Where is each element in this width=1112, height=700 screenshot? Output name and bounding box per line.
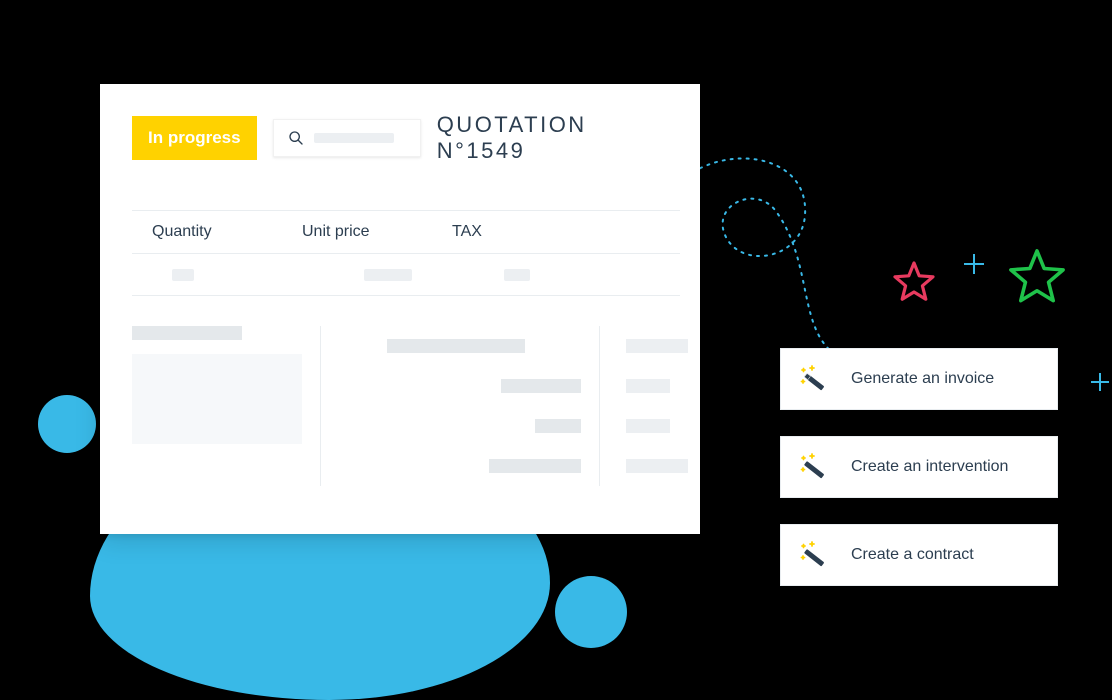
value-placeholder [626, 419, 670, 433]
summary-totals [320, 326, 600, 486]
action-label: Create an intervention [851, 458, 1008, 476]
card-header: In progress QUOTATION N°1549 [132, 112, 680, 164]
table-header: Quantity Unit price TAX [132, 210, 680, 254]
cell-placeholder [364, 269, 412, 281]
col-header-quantity: Quantity [132, 223, 302, 241]
value-placeholder [626, 379, 670, 393]
star-green-icon [1004, 244, 1070, 310]
table-row [132, 254, 680, 296]
quotation-card: In progress QUOTATION N°1549 Quantity Un… [100, 84, 700, 534]
summary-values [600, 326, 688, 486]
magic-wand-icon [799, 540, 833, 570]
create-intervention-button[interactable]: Create an intervention [780, 436, 1058, 498]
plus-icon [1090, 372, 1110, 392]
label-placeholder [489, 459, 581, 473]
search-placeholder [314, 133, 394, 143]
col-header-unit-price: Unit price [302, 223, 452, 241]
decor-blob-small-left [38, 395, 96, 453]
action-panel: Generate an invoice Create an interventi… [780, 348, 1058, 586]
label-placeholder [501, 379, 581, 393]
status-badge[interactable]: In progress [132, 116, 257, 160]
value-placeholder [626, 459, 688, 473]
star-red-icon [890, 258, 938, 306]
summary-notes [132, 326, 320, 486]
label-placeholder [387, 339, 525, 353]
notes-box-placeholder [132, 354, 302, 444]
summary-area [132, 326, 680, 486]
decor-blob-small-right [555, 576, 627, 648]
magic-wand-icon [799, 364, 833, 394]
create-contract-button[interactable]: Create a contract [780, 524, 1058, 586]
value-placeholder [626, 339, 688, 353]
search-input[interactable] [273, 119, 421, 157]
action-label: Generate an invoice [851, 370, 994, 388]
magic-wand-icon [799, 452, 833, 482]
page-title: QUOTATION N°1549 [437, 112, 680, 164]
generate-invoice-button[interactable]: Generate an invoice [780, 348, 1058, 410]
cell-placeholder [504, 269, 530, 281]
search-icon [288, 130, 304, 146]
label-placeholder [132, 326, 242, 340]
action-label: Create a contract [851, 546, 974, 564]
plus-icon [962, 252, 986, 276]
label-placeholder [535, 419, 581, 433]
cell-placeholder [172, 269, 194, 281]
col-header-tax: TAX [452, 223, 572, 241]
